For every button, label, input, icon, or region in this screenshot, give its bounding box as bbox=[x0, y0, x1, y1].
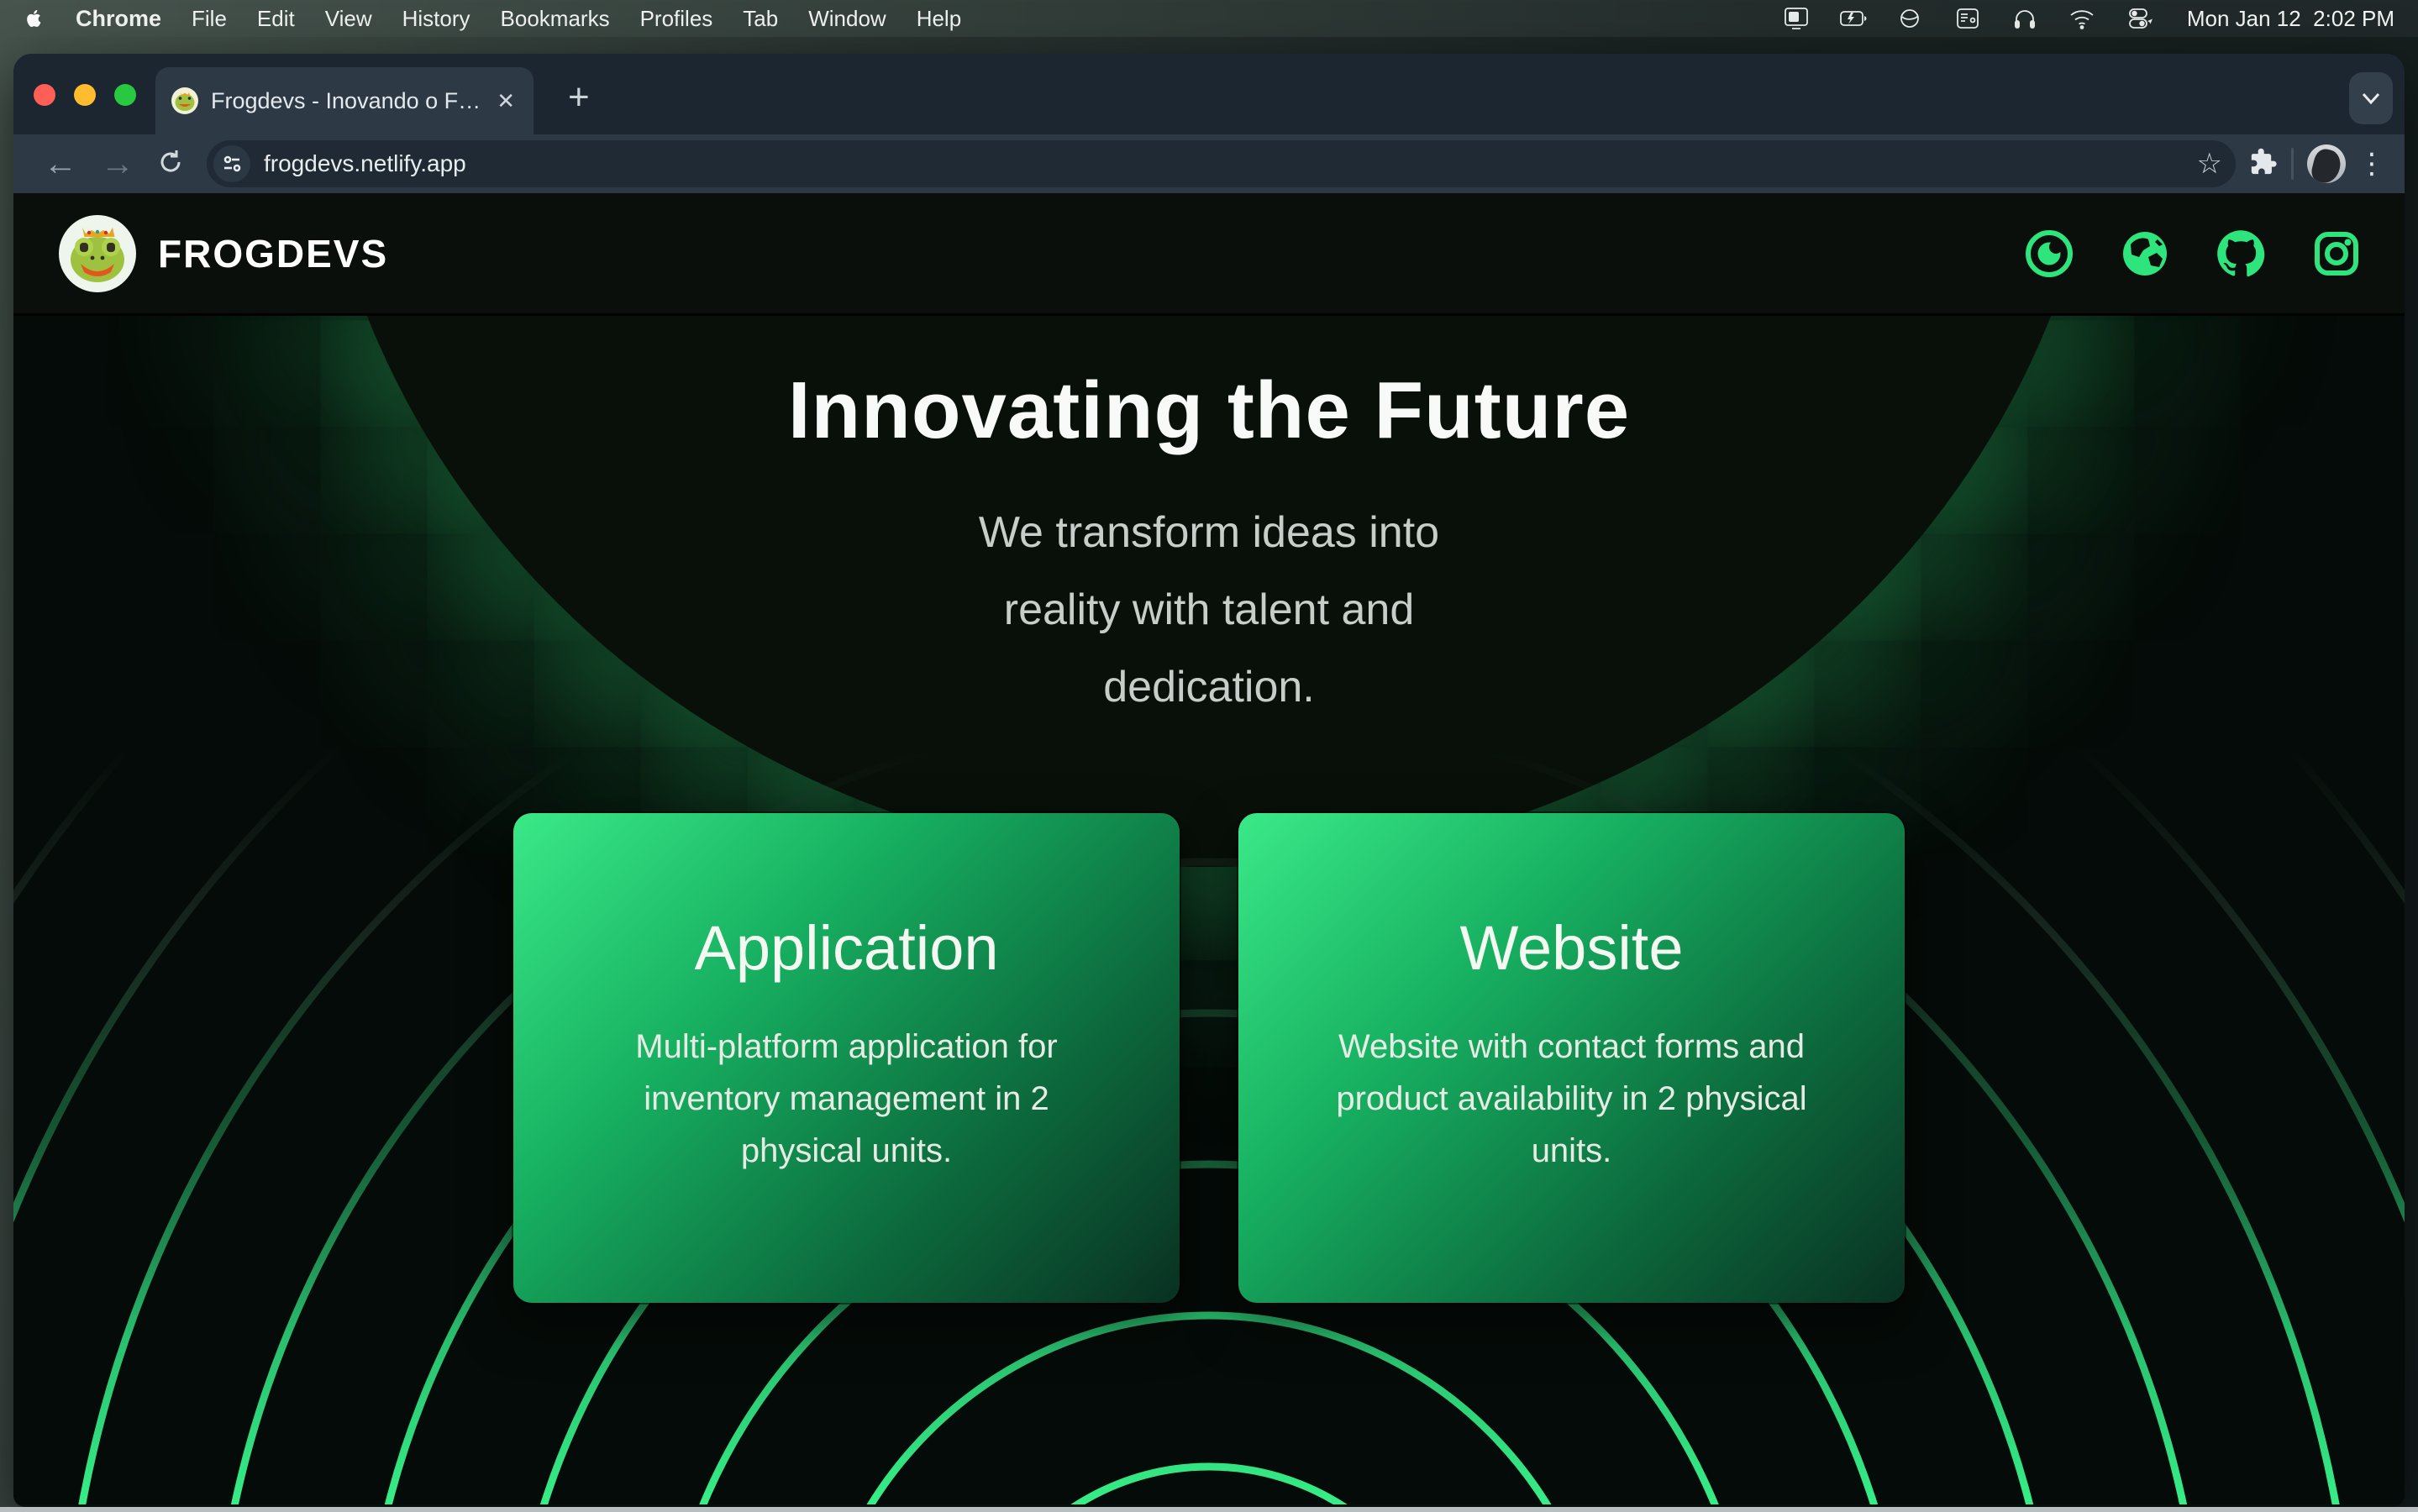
frog-favicon-icon bbox=[171, 87, 199, 115]
menubar-item-view[interactable]: View bbox=[325, 6, 372, 32]
new-tab-button[interactable]: + bbox=[568, 79, 590, 116]
forward-button[interactable]: → bbox=[89, 147, 146, 181]
close-window-button[interactable] bbox=[34, 84, 55, 106]
profile-avatar[interactable] bbox=[2307, 144, 2346, 183]
menubar-item-help[interactable]: Help bbox=[917, 6, 961, 32]
menubar-item-history[interactable]: History bbox=[402, 6, 470, 32]
hero-section: Innovating the Future We transform ideas… bbox=[13, 316, 2405, 1504]
window-controls bbox=[34, 84, 136, 106]
card-application[interactable]: Application Multi-platform application f… bbox=[513, 813, 1180, 1303]
menubar-item-tab[interactable]: Tab bbox=[743, 6, 778, 32]
menubar-app-name[interactable]: Chrome bbox=[76, 6, 161, 32]
tab-strip: Frogdevs - Inovando o Futuro ✕ + bbox=[13, 54, 2405, 134]
brand-name: FROGDEVS bbox=[158, 231, 388, 276]
card-description: Website with contact forms and product a… bbox=[1312, 1021, 1832, 1177]
moon-circle-icon[interactable] bbox=[2025, 229, 2074, 278]
page-viewport: FROGDEVS bbox=[13, 193, 2405, 1507]
url-text[interactable]: frogdevs.netlify.app bbox=[264, 150, 2197, 177]
instagram-icon[interactable] bbox=[2312, 229, 2361, 278]
bookmark-star-icon[interactable]: ☆ bbox=[2197, 147, 2222, 181]
tab-close-icon[interactable]: ✕ bbox=[493, 88, 518, 114]
chevron-down-icon bbox=[2361, 92, 2381, 105]
card-description: Multi-platform application for inventory… bbox=[586, 1021, 1107, 1177]
tab-title: Frogdevs - Inovando o Futuro bbox=[211, 88, 481, 114]
wifi-icon[interactable] bbox=[2068, 6, 2096, 31]
frogdevs-logo[interactable] bbox=[57, 213, 138, 294]
globe-icon[interactable] bbox=[2121, 229, 2169, 278]
back-button[interactable]: ← bbox=[32, 147, 89, 181]
site-header: FROGDEVS bbox=[13, 193, 2405, 316]
github-icon[interactable] bbox=[2216, 229, 2265, 278]
browser-menu-button[interactable]: ⋮ bbox=[2358, 147, 2386, 181]
keyboard-shortcuts-icon[interactable] bbox=[1953, 6, 1982, 31]
service-cards: Application Multi-platform application f… bbox=[13, 813, 2405, 1303]
tab-search-button[interactable] bbox=[2349, 72, 2393, 124]
macos-menubar: Chrome File Edit View History Bookmarks … bbox=[0, 0, 2418, 37]
hero-title: Innovating the Future bbox=[13, 365, 2405, 457]
menubar-item-file[interactable]: File bbox=[192, 6, 227, 32]
address-bar[interactable]: frogdevs.netlify.app ☆ bbox=[207, 140, 2236, 187]
minimize-window-button[interactable] bbox=[74, 84, 96, 106]
dock-edge-strip bbox=[0, 1507, 2418, 1512]
card-website[interactable]: Website Website with contact forms and p… bbox=[1238, 813, 1905, 1303]
browser-window: Frogdevs - Inovando o Futuro ✕ + ← → fro… bbox=[13, 54, 2405, 1507]
header-social-icons bbox=[2025, 229, 2361, 278]
browser-toolbar: ← → frogdevs.netlify.app ☆ ⋮ bbox=[13, 134, 2405, 193]
card-title: Website bbox=[1238, 912, 1905, 984]
menubar-clock[interactable]: Mon Jan 12 2:02 PM bbox=[2187, 6, 2394, 32]
hero-subtitle: We transform ideas into reality with tal… bbox=[923, 494, 1495, 726]
amphetamine-cup-icon[interactable] bbox=[1896, 6, 1925, 31]
menubar-item-edit[interactable]: Edit bbox=[257, 6, 295, 32]
reload-button[interactable] bbox=[156, 148, 185, 181]
battery-charging-icon[interactable] bbox=[1839, 6, 1868, 31]
card-title: Application bbox=[513, 912, 1180, 984]
tune-icon bbox=[221, 153, 243, 175]
extensions-puzzle-icon[interactable] bbox=[2249, 148, 2278, 181]
menubar-item-profiles[interactable]: Profiles bbox=[640, 6, 713, 32]
active-tab[interactable]: Frogdevs - Inovando o Futuro ✕ bbox=[155, 67, 534, 134]
control-center-icon[interactable] bbox=[2125, 6, 2153, 31]
toolbar-divider bbox=[2291, 148, 2294, 180]
screen-mirroring-icon[interactable] bbox=[1782, 6, 1811, 31]
zoom-window-button[interactable] bbox=[114, 84, 136, 106]
menubar-item-window[interactable]: Window bbox=[808, 6, 886, 32]
menubar-item-bookmarks[interactable]: Bookmarks bbox=[501, 6, 610, 32]
headphones-icon[interactable] bbox=[2011, 6, 2039, 31]
site-info-button[interactable] bbox=[213, 145, 250, 182]
apple-menu-icon[interactable] bbox=[24, 6, 45, 31]
